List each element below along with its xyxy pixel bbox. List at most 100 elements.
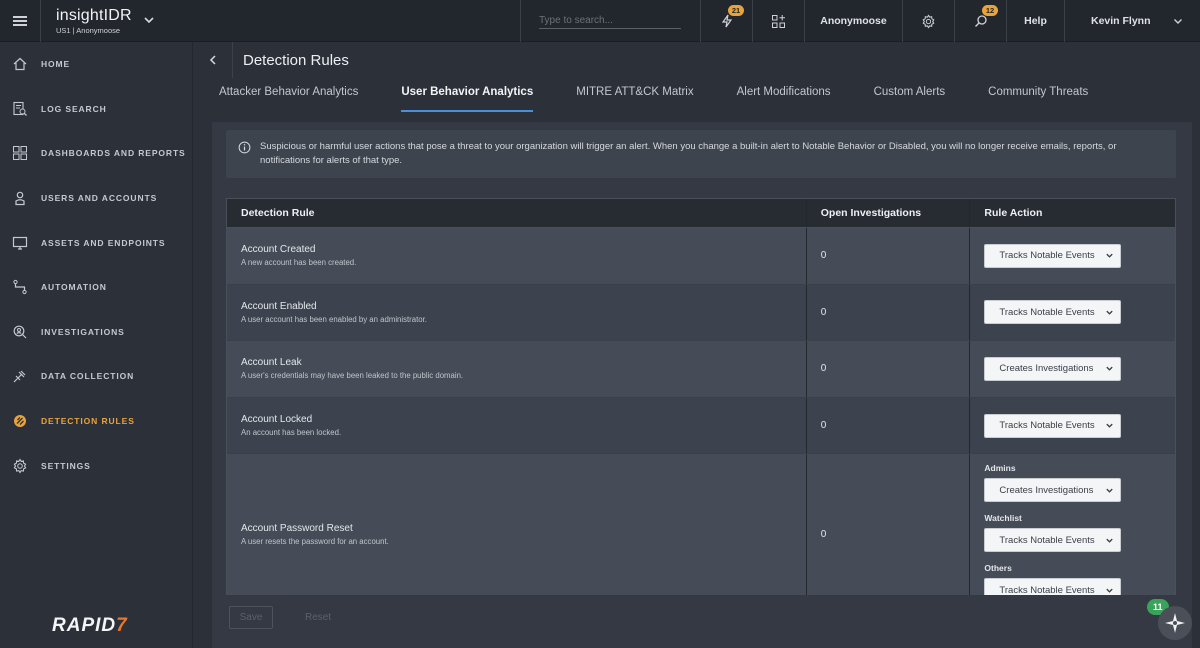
tab-attacker-behavior-analytics[interactable]: Attacker Behavior Analytics <box>219 86 358 112</box>
table-row: Account Created A new account has been c… <box>227 228 1175 285</box>
plug-icon <box>13 371 26 383</box>
sidebar-item-label: HOME <box>41 59 71 70</box>
select-value: Tracks Notable Events <box>999 584 1095 595</box>
alerts-button[interactable]: 21 <box>700 0 752 42</box>
sidebar-item-log-search[interactable]: LOG SEARCH <box>0 87 192 132</box>
messages-button[interactable]: 12 <box>954 0 1006 42</box>
main-content: Detection Rules Attacker Behavior Analyt… <box>192 42 1200 648</box>
tab-custom-alerts[interactable]: Custom Alerts <box>874 86 946 112</box>
rule-action-select[interactable]: Tracks Notable Events <box>984 413 1122 438</box>
open-investigations-cell: 0 <box>807 397 971 454</box>
region-label: US1 | Anonymoose <box>56 26 121 35</box>
tab-alert-modifications[interactable]: Alert Modifications <box>737 86 831 112</box>
save-button[interactable]: Save <box>229 606 273 629</box>
sidebar-item-detection-rules[interactable]: DETECTION RULES <box>0 399 192 444</box>
hamburger-icon <box>13 14 27 28</box>
rule-description: An account has been locked. <box>241 428 342 438</box>
search-input[interactable] <box>539 13 681 29</box>
title-bar: Detection Rules <box>193 42 1200 78</box>
column-header-open-investigations[interactable]: Open Investigations <box>807 199 971 227</box>
rule-action-select-watchlist[interactable]: Tracks Notable Events <box>984 528 1122 553</box>
chevron-down-icon <box>1106 310 1114 315</box>
dashboard-icon <box>13 146 27 161</box>
sidebar-item-label: INVESTIGATIONS <box>41 326 125 337</box>
investigation-icon <box>13 325 27 339</box>
brand-mark: 7 <box>116 615 128 636</box>
sidebar-item-home[interactable]: HOME <box>0 42 192 87</box>
rule-description: A user account has been enabled by an ad… <box>241 314 427 324</box>
tab-bar: Attacker Behavior Analytics User Behavio… <box>193 86 1200 112</box>
open-investigations-count: 0 <box>820 306 827 318</box>
tab-community-threats[interactable]: Community Threats <box>988 86 1088 112</box>
reset-button[interactable]: Reset <box>305 612 331 623</box>
rule-cell: Account Locked An account has been locke… <box>227 397 807 454</box>
rule-cell: Account Enabled A user account has been … <box>227 284 807 341</box>
user-menu[interactable]: Kevin Flynn <box>1064 0 1198 42</box>
sidebar-item-label: DATA COLLECTION <box>41 371 135 382</box>
home-icon <box>13 57 27 71</box>
chevron-down-icon[interactable] <box>142 13 156 27</box>
rule-action-select-others[interactable]: Tracks Notable Events <box>984 578 1122 595</box>
rule-action-cell: Tracks Notable Events <box>970 285 1175 341</box>
sidebar-item-label: ASSETS AND ENDPOINTS <box>41 237 166 248</box>
open-investigations-count: 0 <box>820 250 827 262</box>
sidebar: HOME LOG SEARCH DASHBOARDS AND REPORTS U… <box>0 42 192 648</box>
sidebar-item-automation[interactable]: AUTOMATION <box>0 265 192 310</box>
rule-description: A user resets the password for an accoun… <box>241 537 389 547</box>
sidebar-item-investigations[interactable]: INVESTIGATIONS <box>0 310 192 355</box>
select-value: Creates Investigations <box>999 363 1094 375</box>
user-icon <box>15 191 25 206</box>
open-investigations-cell: 0 <box>807 341 971 397</box>
chevron-down-icon <box>1106 367 1114 372</box>
rule-action-select[interactable]: Tracks Notable Events <box>984 300 1122 325</box>
rule-action-select[interactable]: Creates Investigations <box>984 356 1122 381</box>
open-investigations-count: 0 <box>820 420 827 432</box>
column-header-detection-rule[interactable]: Detection Rule <box>227 199 807 227</box>
sidebar-item-dashboards[interactable]: DASHBOARDS AND REPORTS <box>0 131 192 176</box>
column-header-rule-action[interactable]: Rule Action <box>970 199 1175 227</box>
sidebar-item-label: DETECTION RULES <box>41 416 135 427</box>
tab-user-behavior-analytics[interactable]: User Behavior Analytics <box>401 86 534 112</box>
back-button[interactable] <box>193 42 233 78</box>
group-label-admins: Admins <box>984 463 1016 474</box>
rule-action-select[interactable]: Tracks Notable Events <box>984 243 1122 268</box>
table-row: Account Locked An account has been locke… <box>227 397 1175 455</box>
select-value: Creates Investigations <box>999 484 1094 496</box>
select-value: Tracks Notable Events <box>999 420 1095 432</box>
open-investigations-count: 0 <box>820 363 827 375</box>
sidebar-item-users[interactable]: USERS AND ACCOUNTS <box>0 176 192 221</box>
sidebar-item-assets[interactable]: ASSETS AND ENDPOINTS <box>0 220 192 265</box>
table-header: Detection Rule Open Investigations Rule … <box>227 199 1175 228</box>
rule-description: A user's credentials may have been leake… <box>241 371 464 381</box>
page-title: Detection Rules <box>243 51 349 69</box>
chevron-down-icon <box>1106 538 1114 543</box>
monitor-icon <box>12 236 28 250</box>
gear-icon <box>13 458 27 474</box>
menu-button[interactable] <box>0 0 40 42</box>
apps-button[interactable] <box>752 0 804 42</box>
help-link[interactable]: Help <box>1006 0 1064 42</box>
chevron-down-icon <box>1174 19 1182 24</box>
chevron-down-icon <box>1106 588 1114 593</box>
top-bar: insightIDR US1 | Anonymoose 21 Anonymoos… <box>0 0 1200 42</box>
rule-description: A new account has been created. <box>241 258 357 268</box>
rule-cell: Account Leak A user's credentials may ha… <box>227 341 807 397</box>
sidebar-item-label: USERS AND ACCOUNTS <box>41 193 158 204</box>
table-row: Account Enabled A user account has been … <box>227 284 1175 342</box>
messages-badge: 12 <box>982 5 998 16</box>
rule-action-cell: Admins Creates Investigations Watchlist … <box>970 454 1175 595</box>
tab-mitre-attack-matrix[interactable]: MITRE ATT&CK Matrix <box>576 86 693 112</box>
product-name: insightIDR <box>56 7 132 24</box>
select-value: Tracks Notable Events <box>999 250 1095 262</box>
content-panel: Suspicious or harmful user actions that … <box>212 122 1192 648</box>
assistant-button[interactable] <box>1158 606 1192 640</box>
rule-action-select-admins[interactable]: Creates Investigations <box>984 478 1122 503</box>
sidebar-item-settings[interactable]: SETTINGS <box>0 443 192 488</box>
chevron-down-icon <box>1106 423 1114 428</box>
rule-action-cell: Tracks Notable Events <box>970 398 1175 454</box>
alerts-badge: 21 <box>728 5 744 16</box>
sidebar-item-data-collection[interactable]: DATA COLLECTION <box>0 354 192 399</box>
org-switcher[interactable]: Anonymoose <box>804 0 902 42</box>
settings-button[interactable] <box>902 0 954 42</box>
compass-icon <box>1165 613 1185 633</box>
